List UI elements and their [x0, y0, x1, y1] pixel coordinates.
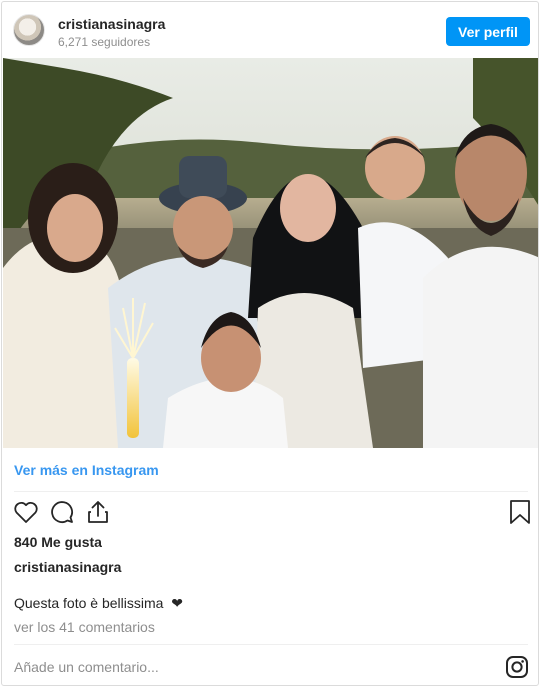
post-actions	[2, 498, 538, 530]
view-profile-button[interactable]: Ver perfil	[446, 17, 530, 46]
caption-body: Questa foto è bellissima	[14, 595, 164, 611]
bookmark-icon[interactable]	[506, 498, 536, 528]
divider	[14, 644, 528, 645]
comment-icon[interactable]	[48, 498, 78, 528]
post-photo[interactable]	[3, 58, 538, 448]
caption-username[interactable]: cristianasinagra	[14, 559, 121, 575]
family-photo-image	[3, 58, 538, 448]
share-icon[interactable]	[84, 498, 114, 528]
caption-text: Questa foto è bellissima ❤	[14, 595, 183, 612]
follower-count: 6,271 seguidores	[58, 35, 151, 49]
profile-avatar[interactable]	[13, 14, 45, 46]
add-comment-input[interactable]	[14, 656, 484, 678]
heart-icon[interactable]	[12, 498, 42, 528]
view-comments-link[interactable]: ver los 41 comentarios	[14, 619, 155, 635]
post-header: cristianasinagra 6,271 seguidores Ver pe…	[2, 2, 538, 58]
profile-username[interactable]: cristianasinagra	[58, 16, 165, 32]
instagram-logo-icon[interactable]	[505, 655, 529, 679]
like-count[interactable]: 840 Me gusta	[14, 534, 102, 550]
black-heart-emoji: ❤	[171, 595, 184, 611]
view-more-on-instagram-link[interactable]: Ver más en Instagram	[14, 462, 159, 478]
instagram-embed-card: cristianasinagra 6,271 seguidores Ver pe…	[1, 1, 539, 686]
divider	[14, 491, 528, 492]
